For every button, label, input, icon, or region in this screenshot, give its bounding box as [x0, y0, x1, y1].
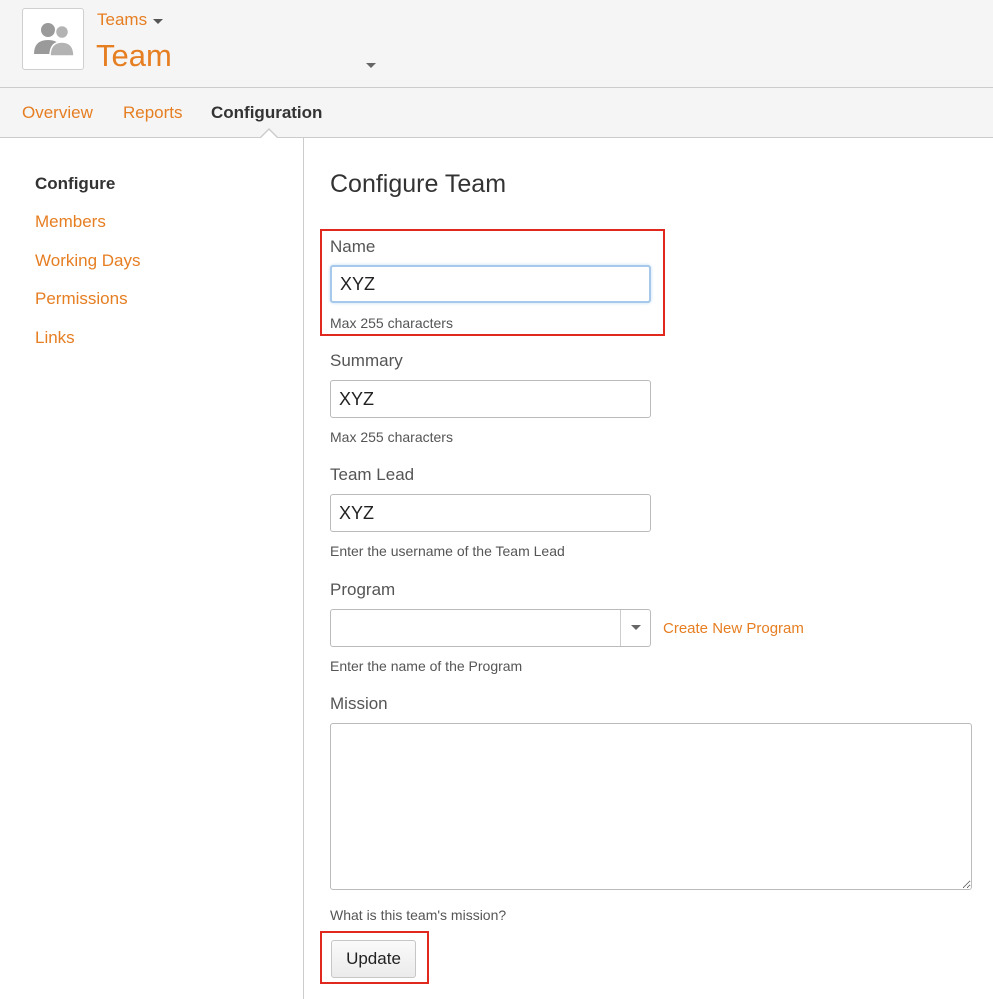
summary-hint: Max 255 characters [330, 429, 453, 445]
page-title-team: Team [96, 38, 172, 73]
team-icon [34, 23, 75, 57]
active-tab-indicator-inner [260, 130, 278, 139]
summary-label: Summary [330, 351, 403, 370]
mission-label: Mission [330, 694, 388, 713]
program-label: Program [330, 580, 396, 599]
program-select[interactable] [330, 609, 651, 647]
chevron-down-icon [366, 63, 376, 68]
program-select-toggle[interactable] [620, 610, 650, 646]
sidebar-divider [303, 138, 304, 999]
tab-configuration[interactable]: Configuration [211, 103, 322, 123]
team-switcher-dropdown[interactable] [366, 55, 376, 73]
tab-reports[interactable]: Reports [123, 103, 183, 123]
summary-input[interactable] [330, 380, 651, 418]
team-lead-hint: Enter the username of the Team Lead [330, 543, 565, 559]
teams-breadcrumb-label: Teams [97, 10, 148, 29]
program-hint: Enter the name of the Program [330, 658, 523, 674]
team-avatar [22, 8, 84, 70]
teams-breadcrumb-link[interactable]: Teams [97, 10, 164, 30]
tab-bar: Overview Reports Configuration [0, 88, 993, 138]
page-header: Teams Team [0, 0, 993, 88]
sidebar-item-links[interactable]: Links [35, 328, 75, 348]
name-field-highlight [320, 229, 665, 336]
chevron-down-icon [631, 625, 641, 630]
mission-hint: What is this team's mission? [330, 907, 507, 923]
sidebar-item-working-days[interactable]: Working Days [35, 251, 141, 271]
sidebar-item-members[interactable]: Members [35, 212, 106, 232]
form-title: Configure Team [330, 170, 507, 198]
mission-textarea[interactable] [330, 723, 972, 890]
sidebar-item-configure[interactable]: Configure [35, 174, 115, 194]
team-lead-input[interactable] [330, 494, 651, 532]
tab-overview[interactable]: Overview [22, 103, 93, 123]
team-lead-label: Team Lead [330, 465, 415, 484]
update-button-highlight [320, 931, 429, 984]
create-new-program-link[interactable]: Create New Program [663, 620, 804, 637]
sidebar-item-permissions[interactable]: Permissions [35, 289, 128, 309]
chevron-down-icon [153, 18, 164, 24]
